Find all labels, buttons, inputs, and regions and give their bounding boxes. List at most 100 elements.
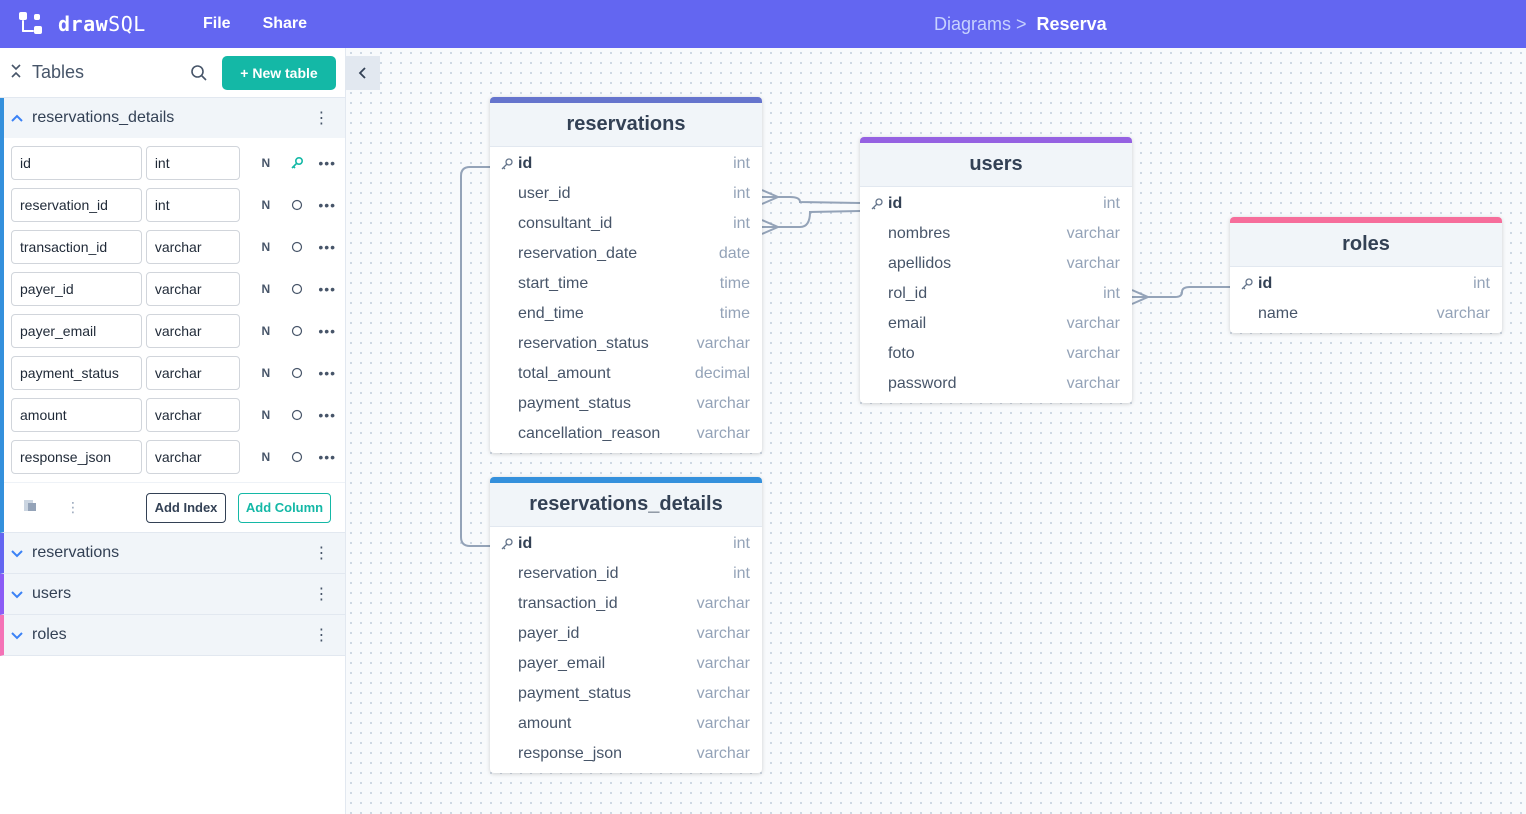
table-field-row[interactable]: end_time time [490,299,762,329]
sidebar-table-header[interactable]: users ⋮ [4,574,345,614]
table-field-row[interactable]: email varchar [860,309,1132,339]
column-type-input[interactable]: varchar [145,272,240,306]
menu-file[interactable]: File [203,15,231,33]
nullable-toggle[interactable]: N [246,156,286,170]
add-index-button[interactable]: Add Index [146,492,226,523]
unique-key-icon[interactable] [286,365,310,381]
app-logo[interactable]: drawSQL [18,11,203,37]
chevron-up-icon [10,111,24,125]
table-field-row[interactable]: rol_id int [860,279,1132,309]
sidebar-table-header[interactable]: roles ⋮ [4,615,345,655]
column-name-input[interactable]: amount [11,398,142,432]
menu-share[interactable]: Share [263,15,307,33]
table-field-row[interactable]: id int [490,149,762,179]
column-type-input[interactable]: int [145,146,240,180]
more-icon[interactable]: ••• [309,449,345,465]
field-type: varchar [696,655,750,672]
collapse-all-icon[interactable] [10,64,24,81]
column-name-input[interactable]: payer_email [11,314,142,348]
table-field-row[interactable]: consultant_id int [490,209,762,239]
toggle-sidebar-button[interactable] [346,56,380,90]
unique-key-icon[interactable] [286,323,310,339]
more-options-icon[interactable]: ⋮ [66,499,80,516]
column-name-input[interactable]: transaction_id [11,230,142,264]
table-title[interactable]: reservations [490,103,762,147]
add-column-button[interactable]: Add Column [238,492,331,523]
column-type-input[interactable]: int [145,188,240,222]
more-icon[interactable]: ••• [309,365,345,381]
new-table-button[interactable]: + New table [222,55,336,90]
breadcrumb-current-diagram[interactable]: Reserva [1037,14,1107,35]
table-field-row[interactable]: id int [860,189,1132,219]
kebab-menu-icon[interactable]: ⋮ [311,543,331,563]
table-field-row[interactable]: payer_email varchar [490,649,762,679]
primary-key-icon[interactable] [286,155,310,171]
table-title[interactable]: users [860,143,1132,187]
column-name-input[interactable]: reservation_id [11,188,142,222]
more-icon[interactable]: ••• [309,197,345,213]
table-field-row[interactable]: start_time time [490,269,762,299]
table-field-row[interactable]: amount varchar [490,709,762,739]
table-field-row[interactable]: response_json varchar [490,739,762,769]
unique-key-icon[interactable] [286,281,310,297]
table-field-row[interactable]: id int [1230,269,1502,299]
field-name: cancellation_reason [518,425,661,442]
table-field-row[interactable]: payment_status varchar [490,679,762,709]
breadcrumb-diagrams[interactable]: Diagrams > [934,14,1027,35]
table-field-row[interactable]: total_amount decimal [490,359,762,389]
column-type-input[interactable]: varchar [145,230,240,264]
kebab-menu-icon[interactable]: ⋮ [311,625,331,645]
unique-key-icon[interactable] [286,449,310,465]
table-field-row[interactable]: apellidos varchar [860,249,1132,279]
table-field-row[interactable]: id int [490,529,762,559]
field-type: varchar [1066,315,1120,332]
nullable-toggle[interactable]: N [246,282,286,296]
table-field-row[interactable]: name varchar [1230,299,1502,329]
note-icon[interactable] [22,497,38,518]
column-type-input[interactable]: varchar [145,440,240,474]
table-field-row[interactable]: transaction_id varchar [490,589,762,619]
column-name-input[interactable]: payer_id [11,272,142,306]
column-type-input[interactable]: varchar [145,314,240,348]
table-field-row[interactable]: foto varchar [860,339,1132,369]
sidebar-table-header[interactable]: reservations_details ⋮ [4,98,345,138]
more-icon[interactable]: ••• [309,407,345,423]
table-field-row[interactable]: cancellation_reason varchar [490,419,762,449]
more-icon[interactable]: ••• [309,239,345,255]
table-field-row[interactable]: reservation_date date [490,239,762,269]
erd-table-users[interactable]: users id int nombres varchar apellidos varchar… [860,137,1132,403]
nullable-toggle[interactable]: N [246,450,286,464]
kebab-menu-icon[interactable]: ⋮ [311,584,331,604]
kebab-menu-icon[interactable]: ⋮ [311,108,331,128]
table-title[interactable]: reservations_details [490,483,762,527]
column-type-input[interactable]: varchar [145,356,240,390]
column-name-input[interactable]: payment_status [11,356,142,390]
nullable-toggle[interactable]: N [246,324,286,338]
unique-key-icon[interactable] [286,197,310,213]
unique-key-icon[interactable] [286,407,310,423]
erd-table-roles[interactable]: roles id int name varchar [1230,217,1502,333]
nullable-toggle[interactable]: N [246,198,286,212]
nullable-toggle[interactable]: N [246,366,286,380]
column-name-input[interactable]: response_json [11,440,142,474]
more-icon[interactable]: ••• [309,323,345,339]
erd-table-reservations[interactable]: reservations id int user_id int consultant_id… [490,97,762,453]
table-field-row[interactable]: reservation_status varchar [490,329,762,359]
sidebar-table-header[interactable]: reservations ⋮ [4,533,345,573]
more-icon[interactable]: ••• [309,155,345,171]
nullable-toggle[interactable]: N [246,408,286,422]
table-field-row[interactable]: user_id int [490,179,762,209]
column-name-input[interactable]: id [11,146,142,180]
nullable-toggle[interactable]: N [246,240,286,254]
table-field-row[interactable]: payment_status varchar [490,389,762,419]
table-title[interactable]: roles [1230,223,1502,267]
more-icon[interactable]: ••• [309,281,345,297]
search-icon[interactable] [190,64,208,82]
table-field-row[interactable]: password varchar [860,369,1132,399]
column-type-input[interactable]: varchar [145,398,240,432]
erd-table-reservations-details[interactable]: reservations_details id int reservation_id i… [490,477,762,773]
table-field-row[interactable]: nombres varchar [860,219,1132,249]
table-field-row[interactable]: payer_id varchar [490,619,762,649]
unique-key-icon[interactable] [286,239,310,255]
table-field-row[interactable]: reservation_id int [490,559,762,589]
